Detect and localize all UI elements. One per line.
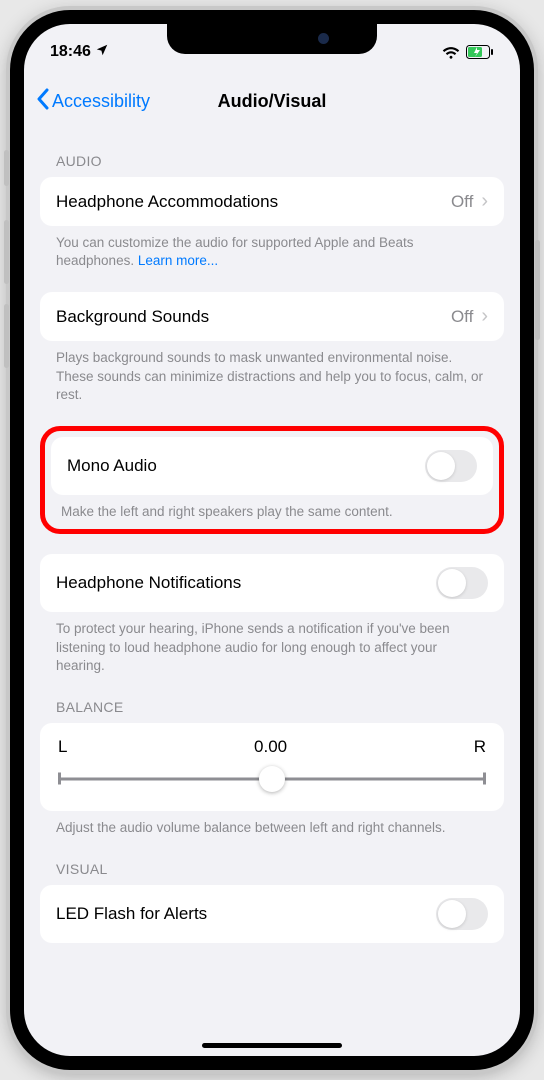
cell-label: LED Flash for Alerts <box>56 904 207 924</box>
mute-switch <box>4 150 9 186</box>
cell-label: Headphone Accommodations <box>56 192 278 212</box>
footer-text: To protect your hearing, iPhone sends a … <box>40 612 504 675</box>
balance-value: 0.00 <box>254 737 287 757</box>
footer-text: You can customize the audio for supporte… <box>40 226 504 270</box>
back-label: Accessibility <box>52 91 150 112</box>
mono-audio-toggle[interactable] <box>425 450 477 482</box>
nav-title: Audio/Visual <box>218 91 327 112</box>
led-flash-toggle[interactable] <box>436 898 488 930</box>
cell-value: Off <box>451 307 473 327</box>
back-button[interactable]: Accessibility <box>36 88 150 115</box>
chevron-right-icon: › <box>481 190 488 213</box>
power-button <box>535 240 540 340</box>
battery-icon <box>466 45 494 59</box>
footer-text: Plays background sounds to mask unwanted… <box>40 341 504 404</box>
mono-audio-cell[interactable]: Mono Audio <box>51 437 493 495</box>
highlighted-region: Mono Audio Make the left and right speak… <box>40 426 504 534</box>
background-sounds-cell[interactable]: Background Sounds Off › <box>40 292 504 341</box>
home-indicator[interactable] <box>202 1043 342 1048</box>
balance-slider[interactable] <box>58 767 486 791</box>
volume-down <box>4 304 9 368</box>
cell-label: Mono Audio <box>67 456 157 476</box>
status-time: 18:46 <box>50 43 91 61</box>
cell-value: Off <box>451 192 473 212</box>
section-header-balance: BALANCE <box>40 675 504 723</box>
wifi-icon <box>442 45 460 59</box>
headphone-notifications-cell[interactable]: Headphone Notifications <box>40 554 504 612</box>
notch <box>167 24 377 54</box>
footer-text: Adjust the audio volume balance between … <box>40 811 504 837</box>
cell-label: Headphone Notifications <box>56 573 241 593</box>
led-flash-cell[interactable]: LED Flash for Alerts <box>40 885 504 943</box>
content: AUDIO Headphone Accommodations Off › You… <box>24 129 520 943</box>
phone-frame: 18:46 Accessibility Audi <box>10 10 534 1070</box>
section-header-visual: VISUAL <box>40 837 504 885</box>
cell-label: Background Sounds <box>56 307 209 327</box>
balance-left-label: L <box>58 737 67 757</box>
balance-right-label: R <box>474 737 486 757</box>
headphone-notifications-toggle[interactable] <box>436 567 488 599</box>
footer-text: Make the left and right speakers play th… <box>51 495 493 521</box>
learn-more-link[interactable]: Learn more... <box>138 253 218 268</box>
headphone-accommodations-cell[interactable]: Headphone Accommodations Off › <box>40 177 504 226</box>
location-icon <box>95 43 109 62</box>
nav-bar: Accessibility Audio/Visual <box>24 68 520 129</box>
section-header-audio: AUDIO <box>40 129 504 177</box>
chevron-right-icon: › <box>481 305 488 328</box>
slider-thumb[interactable] <box>259 766 285 792</box>
volume-up <box>4 220 9 284</box>
chevron-left-icon <box>36 88 49 115</box>
screen: 18:46 Accessibility Audi <box>24 24 520 1056</box>
balance-cell: L 0.00 R <box>40 723 504 811</box>
